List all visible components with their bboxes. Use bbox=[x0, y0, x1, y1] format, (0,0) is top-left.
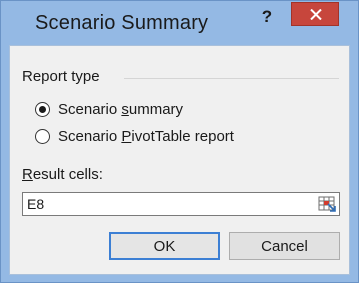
scenario-summary-option[interactable]: Scenario summary bbox=[35, 99, 183, 119]
help-button[interactable]: ? bbox=[256, 5, 278, 29]
report-type-label: Report type bbox=[22, 68, 100, 85]
ok-button[interactable]: OK bbox=[109, 232, 220, 260]
dialog-title: Scenario Summary bbox=[35, 12, 209, 34]
title-bar[interactable]: Scenario Summary ? bbox=[1, 1, 358, 45]
dialog-body: Report type Scenario summary Scenario Pi… bbox=[9, 45, 350, 275]
scenario-pivottable-label: Scenario PivotTable report bbox=[58, 127, 234, 145]
report-type-divider bbox=[124, 78, 339, 79]
close-button[interactable] bbox=[291, 2, 339, 26]
result-cells-value[interactable]: E8 bbox=[23, 196, 316, 212]
range-selector-icon bbox=[318, 196, 336, 212]
scenario-summary-label: Scenario summary bbox=[58, 100, 184, 118]
scenario-pivottable-option[interactable]: Scenario PivotTable report bbox=[35, 126, 234, 146]
range-selector-button[interactable] bbox=[316, 194, 338, 214]
scenario-summary-radio[interactable] bbox=[35, 101, 50, 117]
dialog-window: Scenario Summary ? Report type Scenario … bbox=[0, 0, 359, 283]
cancel-button[interactable]: Cancel bbox=[229, 232, 340, 260]
scenario-pivottable-radio[interactable] bbox=[35, 128, 50, 144]
result-cells-input[interactable]: E8 bbox=[22, 192, 340, 216]
result-cells-label: Result cells: bbox=[22, 166, 103, 183]
close-icon bbox=[310, 9, 322, 20]
